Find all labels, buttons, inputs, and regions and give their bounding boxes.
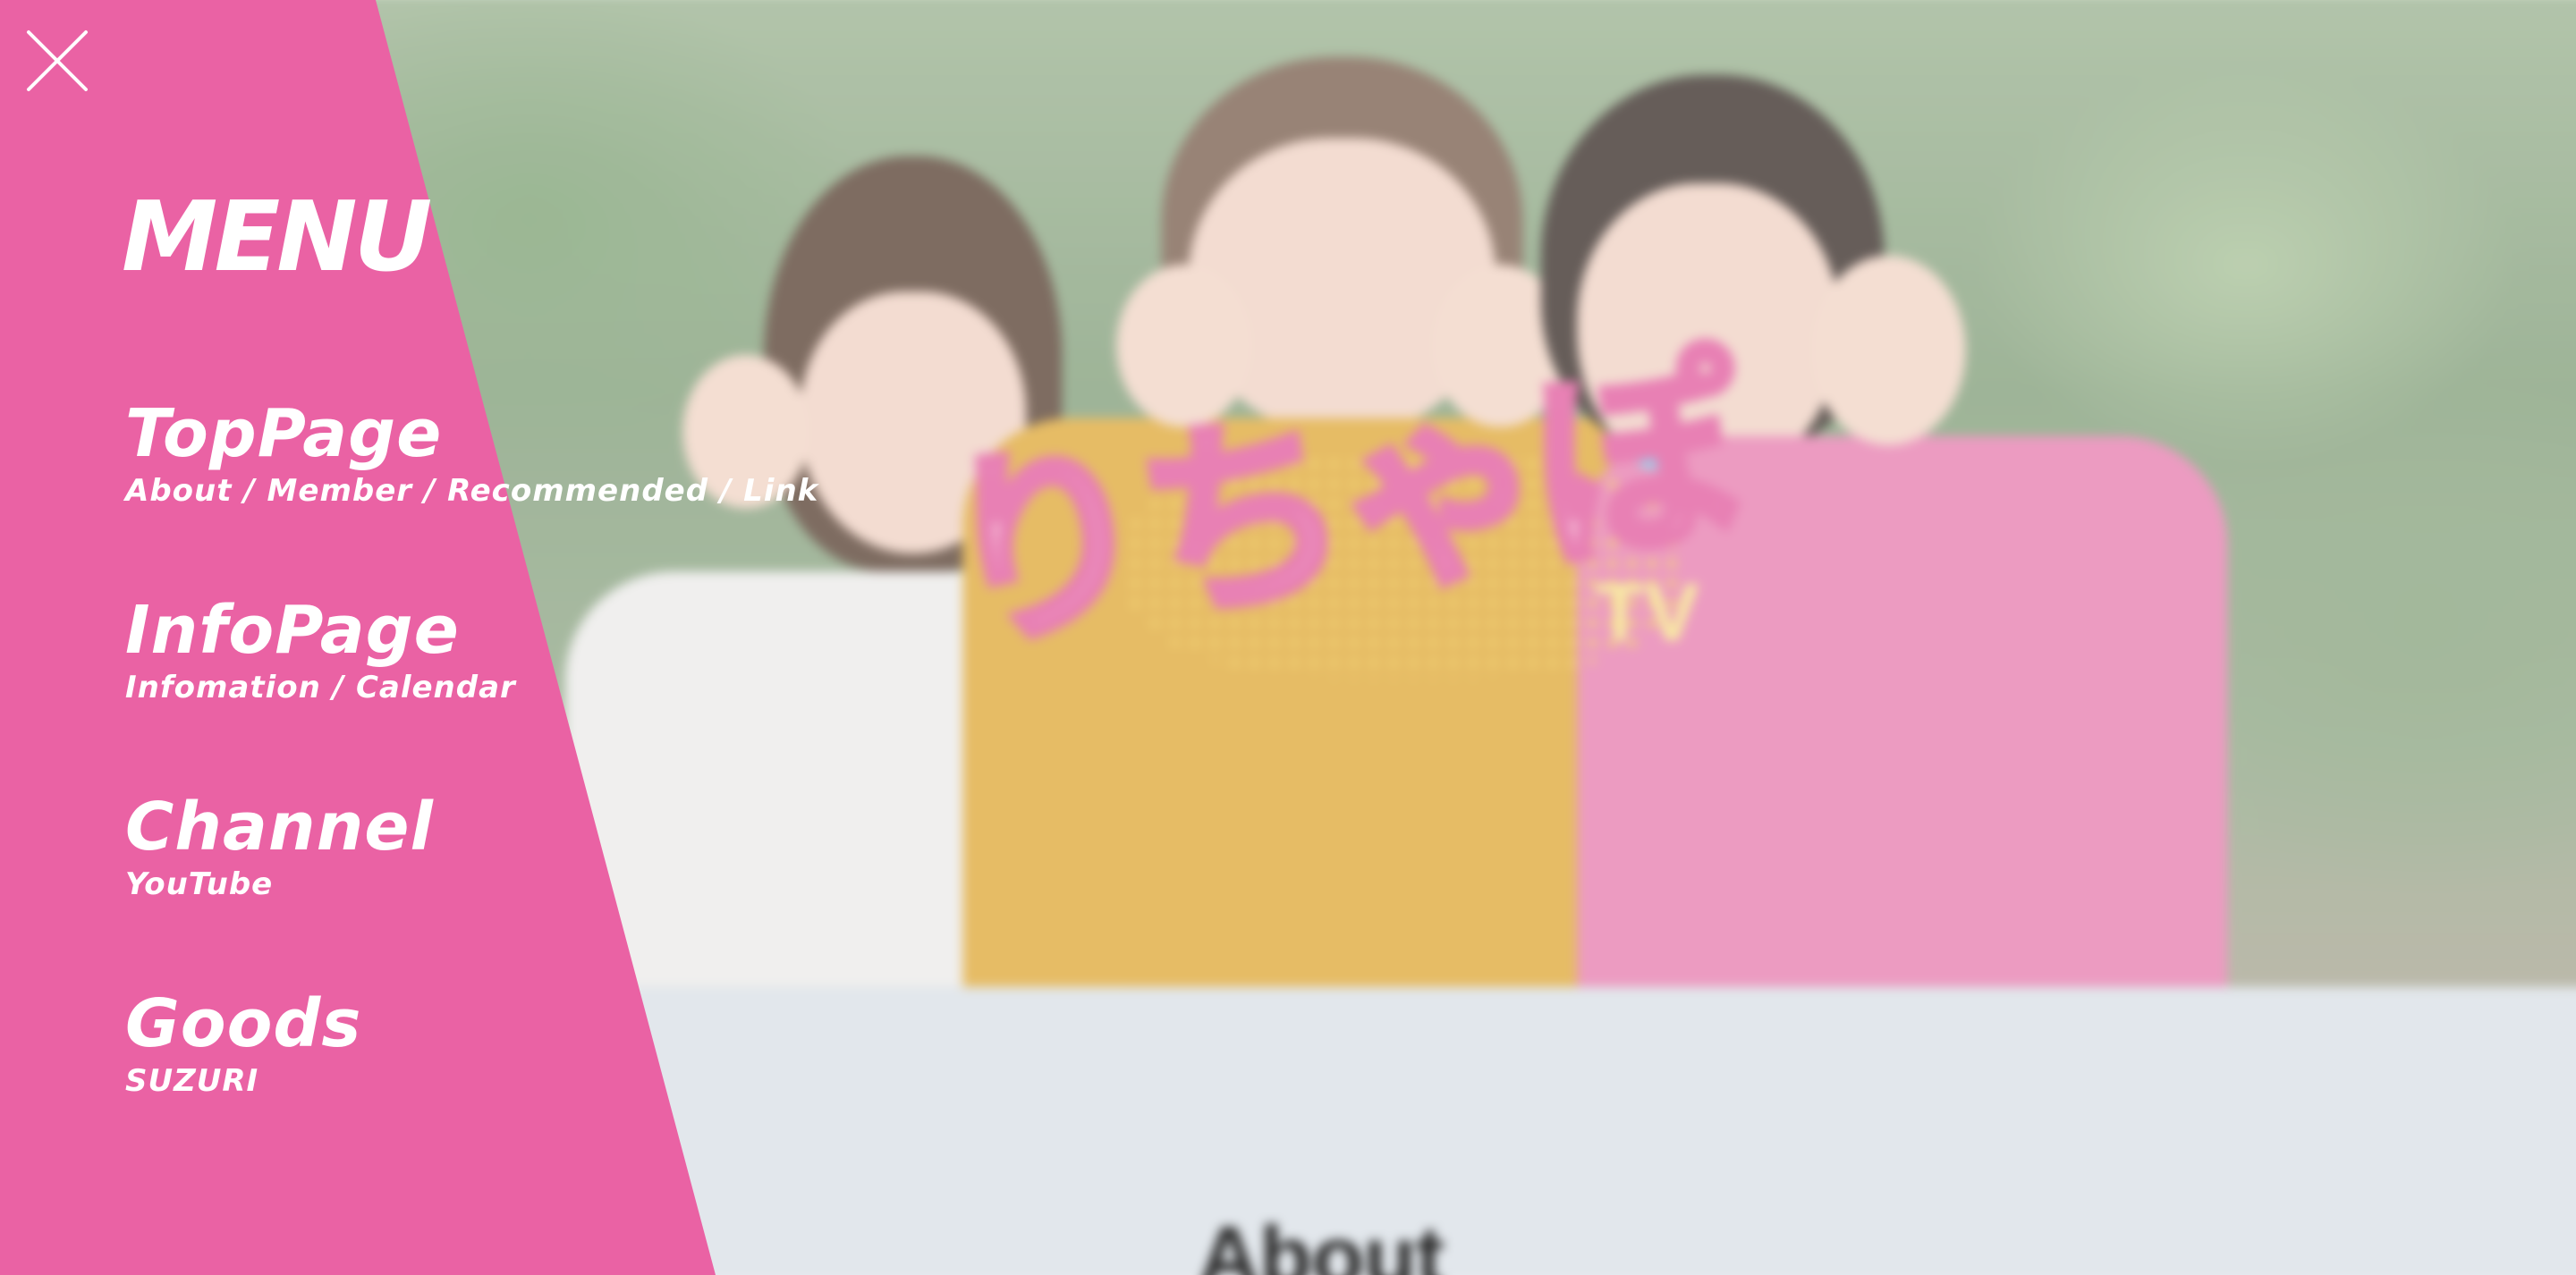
menu-item-channel[interactable]: Channel YouTube [125, 794, 434, 899]
menu-item-title[interactable]: Channel [125, 794, 434, 860]
close-icon [27, 30, 88, 91]
page: ⚡ りちゃぽ TV About MENU TopPage About / Mem… [0, 0, 2576, 1275]
menu-item-title[interactable]: TopPage [125, 401, 818, 467]
menu-item-sub[interactable]: Infomation / Calendar [125, 672, 516, 703]
menu-item-sub[interactable]: About / Member / Recommended / Link [125, 476, 818, 506]
menu-item-sub[interactable]: YouTube [125, 869, 434, 899]
menu-item-toppage[interactable]: TopPage About / Member / Recommended / L… [125, 401, 818, 506]
menu-item-sub[interactable]: SUZURI [125, 1066, 361, 1096]
menu-item-title[interactable]: InfoPage [125, 597, 516, 663]
close-button[interactable] [25, 29, 89, 93]
menu-item-title[interactable]: Goods [125, 991, 361, 1057]
menu-item-goods[interactable]: Goods SUZURI [125, 991, 361, 1096]
menu-heading: MENU [122, 182, 432, 293]
menu-item-infopage[interactable]: InfoPage Infomation / Calendar [125, 597, 516, 703]
about-title: About [1198, 1209, 1445, 1275]
